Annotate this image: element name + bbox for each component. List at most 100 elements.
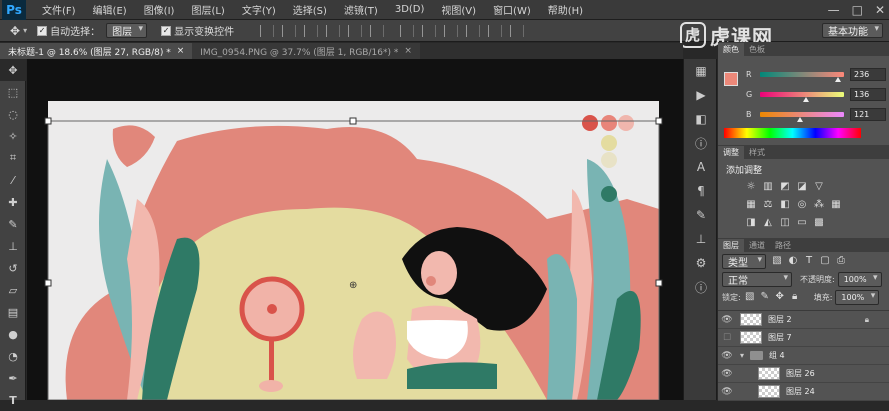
notes-panel-icon[interactable]: ⓘ [684, 275, 718, 299]
menu-window[interactable]: 窗口(W) [485, 2, 540, 17]
brush-tool-icon[interactable]: ✎ [0, 213, 26, 235]
menu-file[interactable]: 文件(F) [34, 2, 85, 17]
red-slider[interactable] [760, 71, 844, 82]
menu-type[interactable]: 文字(Y) [234, 2, 285, 17]
history-panel-icon[interactable]: ▦ [684, 59, 718, 83]
artwork-canvas[interactable]: ⊕ [27, 59, 683, 400]
curves-icon[interactable]: ◩ [780, 182, 790, 192]
channel-mixer-icon[interactable]: ⁂ [814, 200, 824, 210]
blue-slider[interactable] [760, 111, 844, 122]
align-bottom-icon[interactable] [304, 24, 319, 37]
info-panel-icon[interactable]: ⓘ [684, 131, 718, 155]
tab-img-0954[interactable]: IMG_0954.PNG @ 37.7% (图层 1, RGB/16*) * × [192, 43, 420, 59]
visibility-eye-icon[interactable]: 👁︎ [718, 315, 736, 325]
brush-panel-icon[interactable]: ✎ [684, 203, 718, 227]
selective-color-icon[interactable]: ▩ [814, 218, 824, 228]
tab-swatches[interactable]: 色板 [744, 43, 770, 56]
menu-help[interactable]: 帮助(H) [540, 2, 592, 17]
auto-select-target-dropdown[interactable]: 图层 [106, 23, 148, 38]
group-expand-arrow-icon[interactable]: ▾ [740, 351, 744, 360]
filter-shape-icon[interactable]: ▢ [820, 256, 830, 266]
brightness-icon[interactable]: ☼ [746, 182, 756, 192]
move-tool-icon[interactable]: ✥ [10, 24, 20, 38]
maximize-button[interactable]: □ [852, 3, 863, 17]
filter-smart-icon[interactable]: ⎙ [836, 256, 846, 266]
distribute-hcenter-icon[interactable] [488, 24, 503, 37]
black-white-icon[interactable]: ◧ [780, 200, 790, 210]
crop-tool-icon[interactable]: ⌗ [0, 147, 26, 169]
green-value-field[interactable]: 136 [850, 87, 886, 101]
layer-row[interactable]: 👁︎ 图层 24 [718, 383, 889, 401]
filter-pixel-icon[interactable]: ▧ [772, 256, 782, 266]
blend-mode-dropdown[interactable]: 正常 [722, 271, 792, 287]
history-brush-tool-icon[interactable]: ↺ [0, 257, 26, 279]
blur-tool-icon[interactable]: ● [0, 323, 26, 345]
move-tool-icon[interactable]: ✥ [0, 59, 26, 81]
tab-untitled-1[interactable]: 未标题-1 @ 18.6% (图层 27, RGB/8) * × [0, 43, 193, 59]
distribute-bottom-icon[interactable] [444, 24, 459, 37]
visibility-eye-hidden-icon[interactable]: ☐ [718, 333, 736, 343]
workspace-dropdown[interactable]: 基本功能 [822, 23, 883, 38]
tab-channels[interactable]: 通道 [744, 239, 770, 252]
menu-layer[interactable]: 图层(L) [183, 2, 233, 17]
tab-paths[interactable]: 路径 [770, 239, 796, 252]
visibility-eye-icon[interactable]: 👁︎ [718, 387, 736, 397]
show-transform-checkbox[interactable]: ✓ [161, 25, 172, 36]
properties-panel-icon[interactable]: ◧ [684, 107, 718, 131]
menu-select[interactable]: 选择(S) [285, 2, 336, 17]
close-button[interactable]: ✕ [875, 3, 885, 17]
clone-source-panel-icon[interactable]: ⊥ [684, 227, 718, 251]
red-value-field[interactable]: 236 [850, 67, 886, 81]
tab-close-icon[interactable]: × [404, 46, 412, 56]
exposure-icon[interactable]: ◪ [797, 182, 807, 192]
align-top-icon[interactable] [260, 24, 275, 37]
gradient-map-icon[interactable]: ▭ [797, 218, 807, 228]
tab-adjustments[interactable]: 调整 [718, 146, 744, 159]
invert-icon[interactable]: ◨ [746, 218, 756, 228]
color-lookup-icon[interactable]: ▦ [831, 200, 841, 210]
menu-view[interactable]: 视图(V) [433, 2, 485, 17]
color-spectrum-bar[interactable] [724, 128, 861, 138]
dodge-tool-icon[interactable]: ◔ [0, 345, 26, 367]
posterize-icon[interactable]: ◭ [763, 218, 773, 228]
auto-select-checkbox[interactable]: ✓ [37, 25, 48, 36]
filter-adjust-icon[interactable]: ◐ [788, 256, 798, 266]
vibrance-icon[interactable]: ▽ [814, 182, 824, 192]
layer-row[interactable]: 👁︎ 图层 2 🔒︎ [718, 311, 889, 329]
menu-image[interactable]: 图像(I) [136, 2, 184, 17]
lasso-tool-icon[interactable]: ◌ [0, 103, 26, 125]
magic-wand-tool-icon[interactable]: ✧ [0, 125, 26, 147]
layer-row[interactable]: ☐ 图层 7 [718, 329, 889, 347]
marquee-tool-icon[interactable]: ⬚ [0, 81, 26, 103]
distribute-vcenter-icon[interactable] [422, 24, 437, 37]
healing-brush-tool-icon[interactable]: ✚ [0, 191, 26, 213]
lock-pixels-icon[interactable]: ✎ [760, 292, 770, 302]
menu-3d[interactable]: 3D(D) [387, 4, 434, 15]
tab-color[interactable]: 颜色 [718, 43, 744, 56]
menu-edit[interactable]: 编辑(E) [85, 2, 136, 17]
gradient-tool-icon[interactable]: ▤ [0, 301, 26, 323]
filter-type-icon[interactable]: T [804, 256, 814, 266]
threshold-icon[interactable]: ◫ [780, 218, 790, 228]
color-balance-icon[interactable]: ⚖ [763, 200, 773, 210]
distribute-right-icon[interactable] [510, 24, 525, 37]
levels-icon[interactable]: ▥ [763, 182, 773, 192]
distribute-top-icon[interactable] [400, 24, 415, 37]
tab-styles[interactable]: 样式 [744, 146, 770, 159]
canvas-area[interactable]: ⊕ [27, 59, 683, 400]
layer-filter-dropdown[interactable]: 类型 [722, 253, 766, 269]
type-tool-icon[interactable]: T [0, 389, 26, 411]
layer-group-row[interactable]: 👁︎ ▾ 组 4 [718, 347, 889, 365]
actions-panel-icon[interactable]: ▶ [684, 83, 718, 107]
lock-transparent-icon[interactable]: ▧ [745, 292, 755, 302]
align-right-icon[interactable] [370, 24, 385, 37]
red-slider-knob[interactable] [835, 76, 841, 82]
menu-filter[interactable]: 滤镜(T) [336, 2, 387, 17]
distribute-left-icon[interactable] [466, 24, 481, 37]
blue-value-field[interactable]: 121 [850, 107, 886, 121]
visibility-eye-icon[interactable]: 👁︎ [718, 351, 736, 361]
eraser-tool-icon[interactable]: ▱ [0, 279, 26, 301]
hue-saturation-icon[interactable]: ▦ [746, 200, 756, 210]
fill-field[interactable]: 100% [835, 289, 880, 305]
visibility-eye-icon[interactable]: 👁︎ [718, 369, 736, 379]
